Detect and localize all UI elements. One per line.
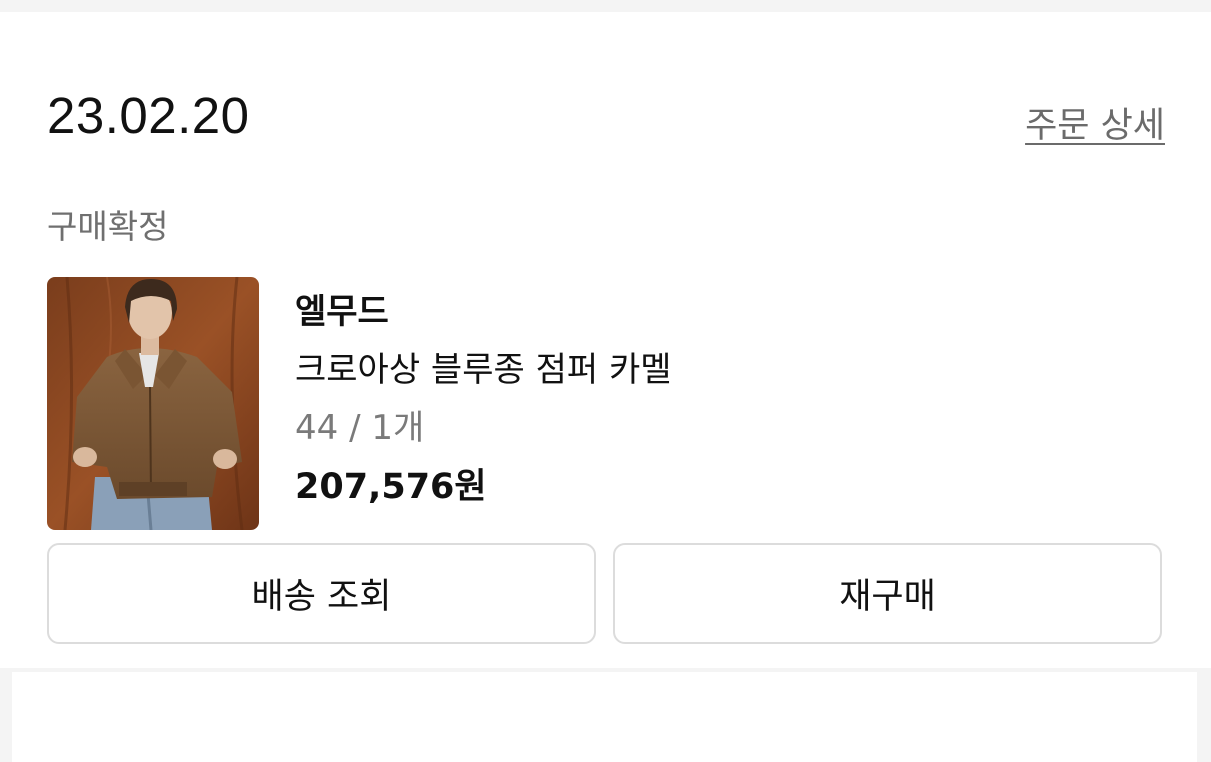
product-info: 엘무드 크로아상 블루종 점퍼 카멜 44 / 1개 207,576원: [295, 292, 672, 508]
order-date: 23.02.20: [47, 87, 250, 144]
order-card: 23.02.20 주문 상세 구매확정 엘무드 크로아상 블루종 점퍼 카멜 4…: [0, 12, 1211, 668]
track-delivery-button[interactable]: 배송 조회: [47, 543, 596, 644]
order-detail-link[interactable]: 주문 상세: [1025, 105, 1165, 147]
order-status: 구매확정: [47, 207, 169, 246]
product-option: 44 / 1개: [295, 408, 425, 448]
jacket-photo-icon: [47, 277, 259, 530]
product-price: 207,576원: [295, 467, 487, 507]
product-thumbnail[interactable]: [47, 277, 259, 530]
reorder-button[interactable]: 재구매: [613, 543, 1162, 644]
product-name[interactable]: 크로아상 블루종 점퍼 카멜: [295, 350, 672, 408]
product-brand[interactable]: 엘무드: [295, 292, 672, 350]
next-order-card: [12, 672, 1197, 762]
